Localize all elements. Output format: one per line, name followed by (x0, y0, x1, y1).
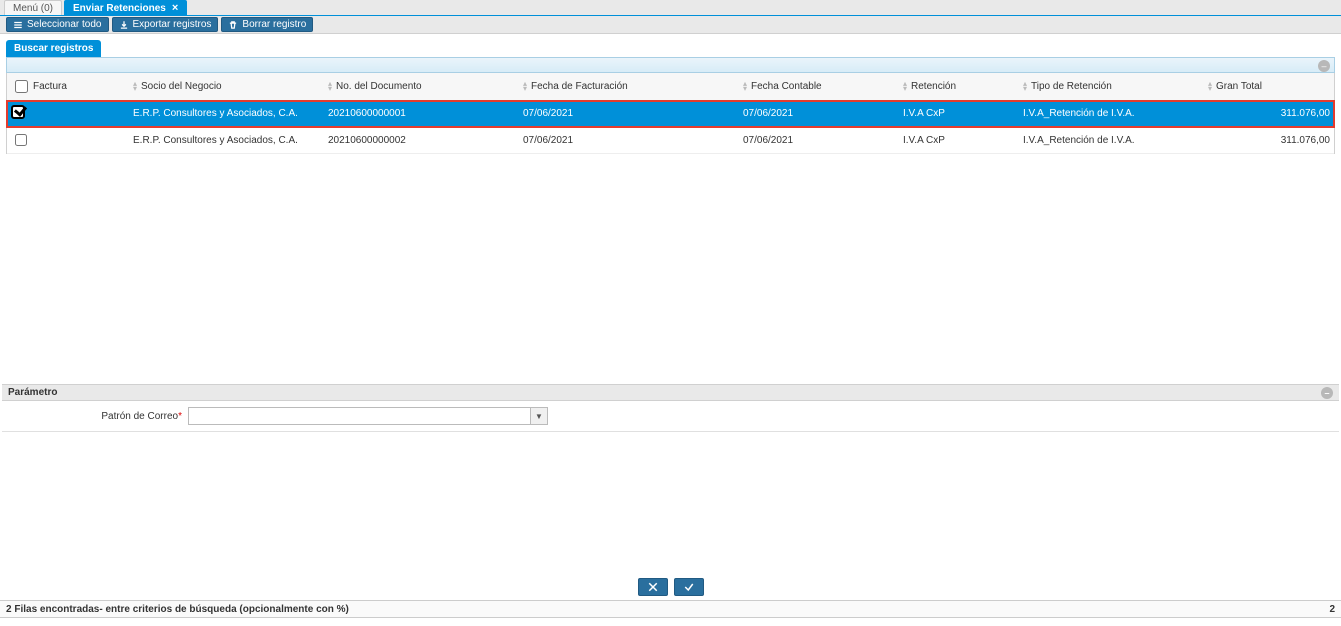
table-header-row: Factura ▴▾ Socio del Negocio ▴▾ No. del Do… (7, 73, 1334, 101)
cell-factura (29, 101, 129, 127)
export-icon (119, 20, 129, 30)
cell-tipo-ret: I.V.A_Retención de I.V.A. (1019, 127, 1204, 154)
select-all-checkbox[interactable] (15, 80, 28, 93)
col-factura-label: Factura (33, 81, 67, 92)
cell-gran-total: 311.076,00 (1204, 127, 1334, 154)
status-text: 2 Filas encontradas- entre criterios de … (6, 604, 349, 615)
list-icon (13, 20, 23, 30)
row-checkbox-cell[interactable] (7, 127, 29, 154)
tab-enviar-retenciones[interactable]: Enviar Retenciones × (64, 0, 187, 15)
status-count: 2 (1329, 604, 1335, 615)
col-tipo-ret[interactable]: ▴▾ Tipo de Retención (1019, 73, 1204, 101)
cancel-button[interactable] (638, 578, 668, 596)
mail-pattern-combo[interactable]: ▼ (188, 407, 548, 425)
row-checkbox-cell[interactable] (7, 101, 29, 127)
tab-menu-label: Menú (0) (13, 3, 53, 14)
col-socio[interactable]: ▴▾ Socio del Negocio (129, 73, 324, 101)
col-socio-label: Socio del Negocio (141, 81, 222, 92)
mail-pattern-input[interactable] (188, 407, 530, 425)
sort-icon: ▴▾ (1023, 81, 1027, 91)
tab-menu[interactable]: Menú (0) (4, 0, 62, 15)
col-fecha-fact-label: Fecha de Facturación (531, 81, 628, 92)
cell-socio: E.R.P. Consultores y Asociados, C.A. (129, 127, 324, 154)
mail-pattern-label: Patrón de Correo* (8, 411, 188, 422)
cell-retencion: I.V.A CxP (899, 101, 1019, 127)
col-fecha-fact[interactable]: ▴▾ Fecha de Facturación (519, 73, 739, 101)
cell-gran-total: 311.076,00 (1204, 101, 1334, 127)
tab-active-label: Enviar Retenciones (73, 3, 166, 14)
delete-button[interactable]: Borrar registro (221, 17, 313, 32)
sort-icon: ▴▾ (133, 81, 137, 91)
col-gran-total-label: Gran Total (1216, 81, 1262, 92)
col-checkbox[interactable] (7, 73, 29, 101)
delete-label: Borrar registro (242, 19, 306, 30)
col-retencion[interactable]: ▴▾ Retención (899, 73, 1019, 101)
trash-icon (228, 20, 238, 30)
status-bar: 2 Filas encontradas- entre criterios de … (0, 600, 1341, 618)
col-docno-label: No. del Documento (336, 81, 422, 92)
toolbar: Seleccionar todo Exportar registros Borr… (0, 16, 1341, 34)
close-icon (646, 581, 660, 593)
collapse-icon[interactable]: – (1318, 60, 1330, 72)
search-records-button[interactable]: Buscar registros (6, 40, 101, 57)
row-checkbox[interactable] (11, 105, 25, 119)
table-row[interactable]: E.R.P. Consultores y Asociados, C.A.2021… (7, 101, 1334, 127)
results-panel: – Factura ▴▾Socio del N (6, 57, 1335, 154)
footer-buttons (0, 578, 1341, 596)
parameter-section: Parámetro – Patrón de Correo* ▼ (0, 384, 1341, 432)
search-records-label: Buscar registros (14, 43, 93, 54)
cell-retencion: I.V.A CxP (899, 127, 1019, 154)
close-icon[interactable]: × (172, 3, 178, 14)
parameter-title: Parámetro (8, 387, 57, 398)
cell-tipo-ret: I.V.A_Retención de I.V.A. (1019, 101, 1204, 127)
cell-fecha-cont: 07/06/2021 (739, 127, 899, 154)
parameter-header: Parámetro – (2, 384, 1339, 401)
search-row: Buscar registros (0, 34, 1341, 57)
col-gran-total[interactable]: ▴▾ Gran Total (1204, 73, 1334, 101)
sort-icon: ▴▾ (1208, 81, 1212, 91)
results-table: Factura ▴▾ Socio del Negocio ▴▾ No. del Do… (7, 73, 1334, 154)
collapse-icon[interactable]: – (1321, 387, 1333, 399)
col-fecha-cont-label: Fecha Contable (751, 81, 822, 92)
col-fecha-cont[interactable]: ▴▾ Fecha Contable (739, 73, 899, 101)
row-checkbox[interactable] (15, 134, 27, 146)
parameter-body: Patrón de Correo* ▼ (2, 401, 1339, 432)
col-docno[interactable]: ▴▾ No. del Documento (324, 73, 519, 101)
cell-fecha-fact: 07/06/2021 (519, 101, 739, 127)
col-factura[interactable]: Factura (29, 73, 129, 101)
table-row[interactable]: E.R.P. Consultores y Asociados, C.A.2021… (7, 127, 1334, 154)
select-all-label: Seleccionar todo (27, 19, 102, 30)
cell-docno: 20210600000001 (324, 101, 519, 127)
cell-docno: 20210600000002 (324, 127, 519, 154)
export-button[interactable]: Exportar registros (112, 17, 219, 32)
sort-icon: ▴▾ (328, 81, 332, 91)
required-asterisk: * (178, 411, 182, 422)
col-tipo-ret-label: Tipo de Retención (1031, 81, 1112, 92)
cell-fecha-fact: 07/06/2021 (519, 127, 739, 154)
ok-button[interactable] (674, 578, 704, 596)
chevron-down-icon[interactable]: ▼ (530, 407, 548, 425)
export-label: Exportar registros (133, 19, 212, 30)
sort-icon: ▴▾ (743, 81, 747, 91)
results-panel-header: – (6, 57, 1335, 73)
tab-bar: Menú (0) Enviar Retenciones × (0, 0, 1341, 16)
select-all-button[interactable]: Seleccionar todo (6, 17, 109, 32)
col-retencion-label: Retención (911, 81, 956, 92)
sort-icon: ▴▾ (903, 81, 907, 91)
check-icon (682, 581, 696, 593)
cell-fecha-cont: 07/06/2021 (739, 101, 899, 127)
mail-pattern-field: Patrón de Correo* ▼ (8, 407, 1333, 425)
cell-factura (29, 127, 129, 154)
cell-socio: E.R.P. Consultores y Asociados, C.A. (129, 101, 324, 127)
sort-icon: ▴▾ (523, 81, 527, 91)
